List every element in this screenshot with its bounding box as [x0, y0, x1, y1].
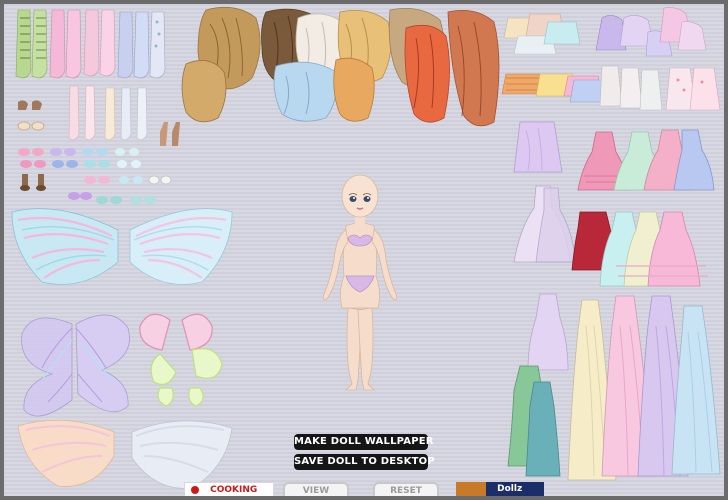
- top-icon[interactable]: [595, 7, 707, 57]
- dollz-ad-label: Dollz: [497, 484, 523, 494]
- cooking-ad-label: COOKING: [210, 485, 258, 495]
- tights-icon[interactable]: [117, 11, 166, 79]
- shoe-icon[interactable]: [20, 174, 172, 191]
- dressup-stage: MAKE DOLL WALLPAPER SAVE DOLL TO DESKTOP…: [4, 4, 724, 496]
- dress-icon[interactable]: [599, 211, 708, 287]
- dresses-group[interactable]: [512, 116, 724, 296]
- gown-icon[interactable]: [527, 293, 569, 371]
- hair-group[interactable]: [176, 4, 506, 136]
- doll-icon[interactable]: [316, 168, 406, 398]
- wings-icon[interactable]: [11, 208, 119, 285]
- dollz-ad-banner[interactable]: Dollz: [456, 482, 544, 496]
- fairy-wings-icon[interactable]: [21, 314, 130, 417]
- tights-icon[interactable]: [83, 9, 116, 77]
- doll-thumbnail-icon: [456, 482, 486, 496]
- dress-icon[interactable]: [643, 129, 715, 191]
- shoe-icon[interactable]: [17, 100, 45, 131]
- hair-icon[interactable]: [388, 7, 450, 123]
- shoes-group[interactable]: [12, 96, 180, 216]
- wings-icon[interactable]: [131, 420, 233, 489]
- view-button[interactable]: VIEW: [283, 482, 349, 496]
- tights-icon[interactable]: [15, 9, 48, 79]
- fairy-wings-icon[interactable]: [139, 313, 223, 407]
- gowns-group[interactable]: [507, 286, 724, 496]
- tights-icon[interactable]: [49, 9, 82, 79]
- dress-icon[interactable]: [513, 185, 577, 263]
- dress-icon[interactable]: [513, 121, 563, 173]
- wings-icon[interactable]: [129, 208, 233, 285]
- shoe-icon[interactable]: [18, 148, 139, 156]
- game-frame: MAKE DOLL WALLPAPER SAVE DOLL TO DESKTOP…: [0, 0, 728, 500]
- strawberry-icon: [191, 486, 199, 494]
- wings-group[interactable]: [8, 200, 238, 310]
- fairy-wings-group[interactable]: [12, 304, 252, 424]
- gown-icon[interactable]: [671, 305, 721, 475]
- save-to-desktop-button[interactable]: SAVE DOLL TO DESKTOP: [294, 454, 435, 470]
- make-wallpaper-button[interactable]: MAKE DOLL WALLPAPER: [294, 434, 433, 450]
- top-icon[interactable]: [501, 73, 607, 103]
- hair-icon[interactable]: [333, 9, 392, 122]
- shoe-icon[interactable]: [20, 160, 141, 168]
- hair-icon[interactable]: [181, 6, 261, 123]
- top-icon[interactable]: [503, 13, 581, 55]
- reset-button[interactable]: RESET: [373, 482, 439, 496]
- gown-icon[interactable]: [507, 365, 561, 477]
- top-icon[interactable]: [599, 65, 721, 111]
- cooking-ad-banner[interactable]: COOKING: [184, 482, 274, 496]
- hair-icon[interactable]: [447, 9, 500, 127]
- tops-group[interactable]: [498, 7, 724, 132]
- wings-icon[interactable]: [17, 419, 115, 487]
